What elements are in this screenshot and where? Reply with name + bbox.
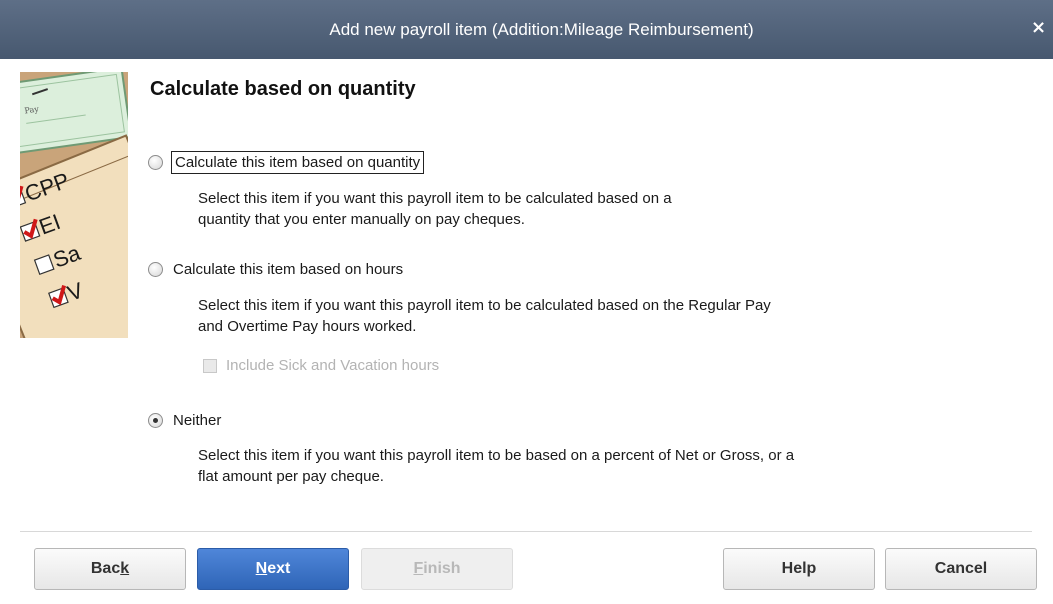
description-line: flat amount per pay cheque. [198,468,384,485]
include-sick-vacation-option[interactable]: Include Sick and Vacation hours [203,357,439,374]
payroll-checklist-graphic: Pay CPP EI Sa V [20,72,128,338]
option-quantity-description: Select this item if you want this payrol… [198,188,978,230]
option-quantity-label[interactable]: Calculate this item based on quantity [171,151,425,174]
finish-label-rest: inish [423,560,461,577]
option-neither-label[interactable]: Neither [173,412,221,429]
option-quantity[interactable]: Calculate this item based on quantity [148,151,425,174]
radio-quantity[interactable] [148,155,163,170]
back-label-start: Bac [90,560,121,577]
include-sick-vacation-label[interactable]: Include Sick and Vacation hours [226,357,439,374]
next-label-rest: ext [267,560,291,577]
finish-accelerator: F [413,560,424,577]
help-button[interactable]: Help [723,548,875,590]
back-button[interactable]: Bac k [34,548,186,590]
description-line: quantity that you enter manually on pay … [198,211,525,228]
window-title: Add new payroll item (Addition:Mileage R… [329,19,754,39]
radio-hours[interactable] [148,262,163,277]
radio-neither[interactable] [148,413,163,428]
cancel-button[interactable]: Cancel [885,548,1037,590]
close-icon[interactable]: × [1031,19,1046,37]
title-bar: Add new payroll item (Addition:Mileage R… [0,0,1053,59]
next-accelerator: N [255,560,268,577]
description-line: Select this item if you want this payrol… [198,297,771,314]
description-line: and Overtime Pay hours worked. [198,318,417,335]
option-hours[interactable]: Calculate this item based on hours [148,261,403,278]
option-neither-description: Select this item if you want this payrol… [198,445,978,487]
option-hours-label[interactable]: Calculate this item based on hours [173,261,403,278]
description-line: Select this item if you want this payrol… [198,447,795,464]
option-neither[interactable]: Neither [148,412,221,429]
finish-button[interactable]: Finish [361,548,513,590]
page-heading: Calculate based on quantity [150,78,416,100]
include-sick-vacation-checkbox[interactable] [203,358,217,373]
footer-divider [20,531,1032,532]
next-button[interactable]: Next [197,548,349,590]
back-accelerator: k [120,560,130,577]
option-hours-description: Select this item if you want this payrol… [198,295,978,337]
description-line: Select this item if you want this payrol… [198,190,672,207]
